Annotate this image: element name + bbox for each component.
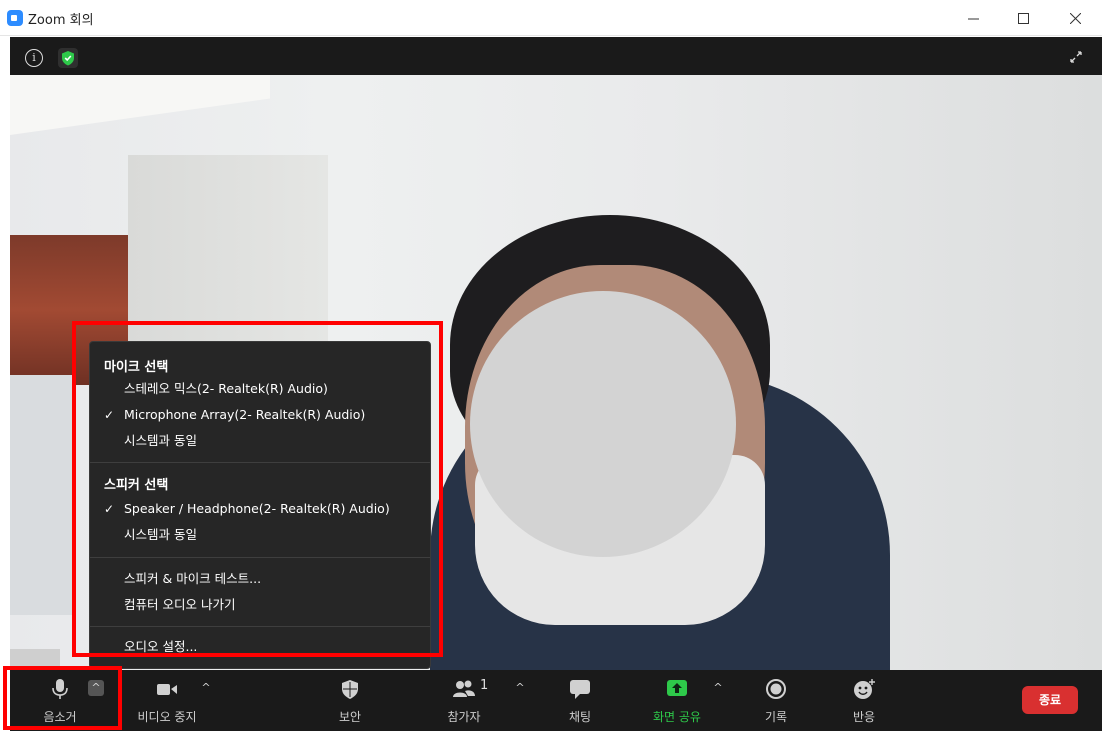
mic-select-header: 마이크 선택 — [104, 360, 169, 375]
security-button[interactable]: 보안 — [322, 670, 378, 731]
record-button[interactable]: 기록 — [748, 670, 804, 731]
whiteboard — [10, 375, 75, 615]
participants-label: 참가자 — [447, 710, 481, 724]
menu-divider — [90, 626, 430, 627]
mic-option-stereo-mix[interactable]: 스테레오 믹스(2- Realtek(R) Audio) — [124, 378, 424, 400]
privacy-blur-circle — [470, 291, 736, 557]
participant-count: 1 — [480, 678, 489, 693]
mic-option-microphone-array[interactable]: Microphone Array(2- Realtek(R) Audio) — [124, 404, 424, 426]
mic-option-system[interactable]: 시스템과 동일 — [124, 430, 424, 452]
self-view-thumbnail — [10, 649, 60, 670]
video-options-caret[interactable]: ^ — [198, 680, 214, 696]
speaker-option-system[interactable]: 시스템과 동일 — [124, 524, 424, 546]
minimize-button[interactable] — [950, 0, 996, 36]
video-camera-icon — [157, 684, 177, 695]
record-icon — [766, 679, 786, 699]
audio-options-menu: 마이크 선택 스테레오 믹스(2- Realtek(R) Audio) ✓ Mi… — [89, 341, 431, 669]
chat-button[interactable]: 채팅 — [550, 670, 610, 731]
test-speaker-mic-item[interactable]: 스피커 & 마이크 테스트... — [124, 568, 424, 590]
audio-options-caret[interactable]: ^ — [88, 680, 104, 696]
maximize-button[interactable] — [1000, 0, 1046, 36]
share-screen-icon — [667, 680, 687, 696]
minimize-icon — [967, 18, 979, 20]
mute-button[interactable]: 음소거 — [28, 670, 92, 731]
participants-icon — [453, 680, 475, 697]
participants-button[interactable]: 1 참가자 — [432, 670, 496, 731]
leave-computer-audio-item[interactable]: 컴퓨터 오디오 나가기 — [124, 594, 424, 616]
share-screen-button[interactable]: 화면 공유 — [642, 670, 712, 731]
window-titlebar: Zoom 회의 — [0, 0, 1102, 36]
end-meeting-button[interactable]: 종료 — [1022, 686, 1078, 714]
meeting-info-button[interactable]: i — [25, 49, 43, 67]
close-icon — [1069, 12, 1081, 25]
share-screen-label: 화면 공유 — [653, 710, 701, 724]
chat-label: 채팅 — [568, 710, 592, 724]
microphone-icon — [52, 679, 68, 699]
record-label: 기록 — [764, 710, 788, 724]
close-button[interactable] — [1052, 0, 1098, 36]
mute-label: 음소거 — [43, 710, 77, 724]
check-icon: ✓ — [104, 502, 115, 516]
share-options-caret[interactable]: ^ — [710, 680, 726, 696]
menu-divider — [90, 557, 430, 558]
window-title: Zoom 회의 — [28, 13, 94, 28]
speaker-select-header: 스피커 선택 — [104, 478, 169, 493]
menu-divider — [90, 462, 430, 463]
reactions-label: 반응 — [852, 710, 876, 724]
fullscreen-icon[interactable] — [1068, 49, 1084, 65]
chat-bubble-icon — [570, 680, 590, 699]
reactions-button[interactable]: 반응 — [836, 670, 892, 731]
shield-icon — [342, 680, 358, 699]
check-icon: ✓ — [104, 408, 115, 422]
participants-options-caret[interactable]: ^ — [512, 680, 528, 696]
speaker-option-headphone[interactable]: Speaker / Headphone(2- Realtek(R) Audio) — [124, 498, 424, 520]
encryption-shield-icon[interactable] — [58, 48, 78, 68]
stop-video-button[interactable]: 비디오 중지 — [128, 670, 206, 731]
meeting-area: i 마이크 선택 스테레오 믹스(2- Realtek(R) Audio) ✓ … — [10, 37, 1102, 731]
zoom-app-icon — [7, 10, 23, 26]
smiley-icon — [854, 679, 875, 699]
maximize-icon — [1017, 13, 1029, 24]
security-label: 보안 — [338, 710, 362, 724]
meeting-toolbar: 음소거 ^ 비디오 중지 ^ 보안 1 참가자 ^ 채팅 화면 공유 ^ 기록 … — [10, 670, 1102, 731]
stop-video-label: 비디오 중지 — [137, 710, 197, 724]
audio-settings-item[interactable]: 오디오 설정... — [124, 636, 424, 658]
meeting-top-strip: i — [10, 37, 1102, 75]
ceiling-light — [10, 75, 270, 135]
